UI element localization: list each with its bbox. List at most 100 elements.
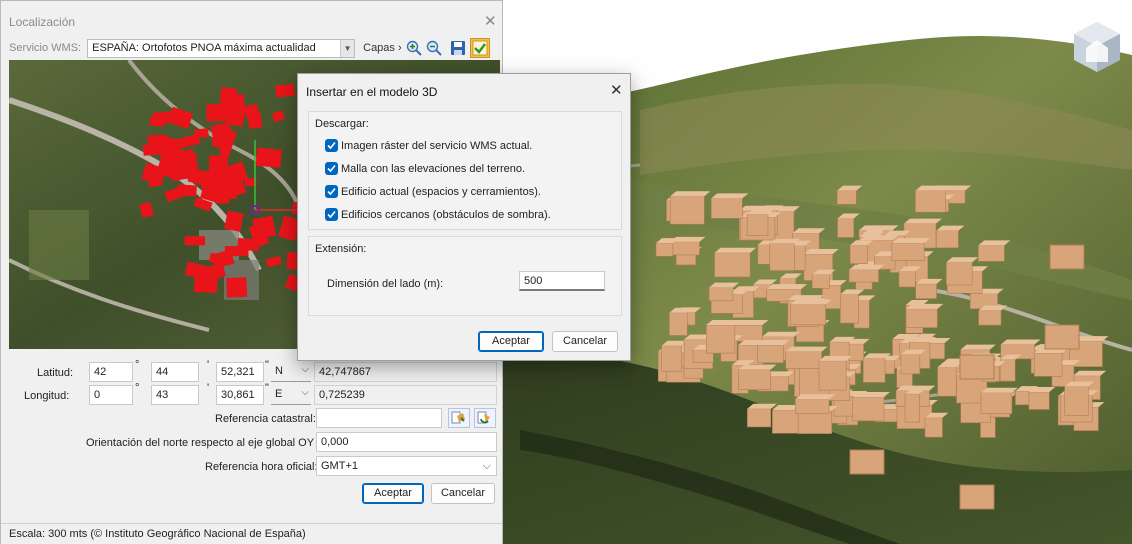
zoom-out-icon[interactable] <box>426 40 442 56</box>
checkbox-checked-icon[interactable] <box>325 162 338 175</box>
3d-building <box>836 190 857 205</box>
option-raster-image[interactable]: Imagen ráster del servicio WMS actual. <box>325 139 532 152</box>
3d-building-roof <box>891 238 931 244</box>
accept-button[interactable]: Aceptar <box>478 331 544 352</box>
checkbox-checked-icon[interactable] <box>325 139 338 152</box>
3d-building <box>924 417 943 438</box>
3d-building <box>669 241 700 256</box>
3d-building <box>661 345 682 372</box>
longitude-hemisphere-value: E <box>275 388 283 400</box>
download-group: Descargar: Imagen ráster del servicio WM… <box>308 111 622 230</box>
3d-building <box>1064 386 1089 416</box>
close-icon[interactable]: ✕ <box>484 12 497 30</box>
3d-building <box>959 484 995 510</box>
cancel-button[interactable]: Cancelar <box>431 483 495 504</box>
3d-building-roof <box>785 346 828 352</box>
chevron-down-icon: ⌵ <box>301 387 309 398</box>
close-icon[interactable]: ✕ <box>610 81 623 99</box>
3d-building <box>852 396 885 422</box>
cadastre-building <box>147 134 166 145</box>
3d-building-roof <box>858 225 899 231</box>
3d-building <box>1044 324 1080 350</box>
option-label: Edificios cercanos (obstáculos de sombra… <box>341 208 551 221</box>
checkbox-checked-icon[interactable] <box>325 208 338 221</box>
zoom-in-icon[interactable] <box>406 40 422 56</box>
longitude-minutes-field[interactable]: 43 <box>151 385 199 405</box>
extension-group-title: Extensión: <box>315 243 367 255</box>
accept-button[interactable]: Aceptar <box>362 483 424 504</box>
degree-symbol: ° <box>135 359 140 371</box>
side-dimension-field[interactable]: 500 <box>519 271 605 291</box>
cadastre-building <box>226 104 246 127</box>
cadastral-search-icon[interactable] <box>448 408 470 428</box>
option-label: Imagen ráster del servicio WMS actual. <box>341 139 533 152</box>
cadastre-building <box>177 184 197 197</box>
longitude-decimal-field: 0,725239 <box>314 385 497 405</box>
wms-toolbar: Servicio WMS: ESPAÑA: Ortofotos PNOA máx… <box>9 38 499 58</box>
3d-building-roof <box>738 364 777 370</box>
option-terrain-mesh[interactable]: Malla con las elevaciones del terreno. <box>325 162 525 175</box>
timezone-label: Referencia hora oficial: <box>205 461 318 473</box>
3d-building <box>1049 244 1085 270</box>
3d-building-roof <box>980 387 1018 393</box>
3d-building <box>915 190 946 213</box>
cancel-button[interactable]: Cancelar <box>552 331 618 352</box>
3d-building <box>669 312 688 336</box>
3d-building <box>746 214 769 236</box>
3d-building-roof <box>849 264 885 270</box>
latitude-minutes-field[interactable]: 44 <box>151 362 199 382</box>
3d-building <box>655 242 674 257</box>
longitude-label: Longitud: <box>24 390 70 402</box>
longitude-seconds-field[interactable]: 30,861 <box>216 385 264 405</box>
option-nearby-buildings[interactable]: Edificios cercanos (obstáculos de sombra… <box>325 208 551 221</box>
cadastre-building <box>220 87 238 100</box>
longitude-degrees-field[interactable]: 0 <box>89 385 133 405</box>
3d-building <box>936 230 959 249</box>
option-label: Edificio actual (espacios y cerramientos… <box>341 185 541 198</box>
3d-building <box>898 271 916 288</box>
north-orientation-field[interactable]: 0,000 <box>316 432 497 452</box>
wms-service-select[interactable]: ESPAÑA: Ortofotos PNOA máxima actualidad… <box>87 38 356 58</box>
latitude-degrees-field[interactable]: 42 <box>89 362 133 382</box>
cadastre-building <box>226 277 248 298</box>
latitude-hemisphere-select[interactable]: N ⌵ <box>271 362 311 382</box>
3d-building <box>785 351 822 369</box>
minute-symbol: ' <box>207 382 210 394</box>
3d-building-roof <box>795 394 836 400</box>
option-current-building[interactable]: Edificio actual (espacios y cerramientos… <box>325 185 541 198</box>
cadastre-building <box>147 170 162 188</box>
3d-building <box>946 261 973 286</box>
3d-building-roof <box>960 344 996 350</box>
cadastral-sync-icon[interactable] <box>474 408 496 428</box>
download-group-title: Descargar: <box>315 118 369 130</box>
3d-building <box>978 245 1005 262</box>
longitude-hemisphere-select[interactable]: E ⌵ <box>271 385 311 405</box>
latitude-label: Latitud: <box>37 367 74 379</box>
checkbox-checked-icon[interactable] <box>325 185 338 198</box>
save-icon[interactable] <box>450 40 466 56</box>
coordinates-form: Latitud: 42 ° 44 ' 52,321 " N ⌵ 42,74786… <box>1 349 502 524</box>
chevron-down-icon: ⌵ <box>482 460 491 472</box>
3d-building-roof <box>1000 339 1041 345</box>
cadastre-building <box>184 236 206 246</box>
capas-menu[interactable]: Capas › <box>363 42 402 54</box>
cadastre-building <box>142 143 160 156</box>
3d-building <box>840 294 859 324</box>
wms-label: Servicio WMS: <box>9 42 82 54</box>
cadastral-field[interactable] <box>316 408 442 428</box>
latitude-seconds-field[interactable]: 52,321 <box>216 362 264 382</box>
cadastre-building <box>237 238 260 252</box>
3d-building-roof <box>711 193 749 199</box>
status-bar: Escala: 300 mts (© Instituto Geográfico … <box>1 523 502 544</box>
3d-building <box>710 198 743 219</box>
3d-building-roof <box>670 191 711 197</box>
timezone-select[interactable]: GMT+1 ⌵ <box>316 456 497 476</box>
cube-view-icon[interactable] <box>1068 18 1126 76</box>
cadastre-building <box>252 215 277 240</box>
dropdown-icon[interactable]: ▼ <box>340 39 355 57</box>
check-icon[interactable] <box>469 38 490 58</box>
chevron-down-icon: ⌵ <box>301 364 309 375</box>
3d-building <box>905 308 938 328</box>
3d-building <box>706 324 736 354</box>
3d-building <box>797 410 833 434</box>
